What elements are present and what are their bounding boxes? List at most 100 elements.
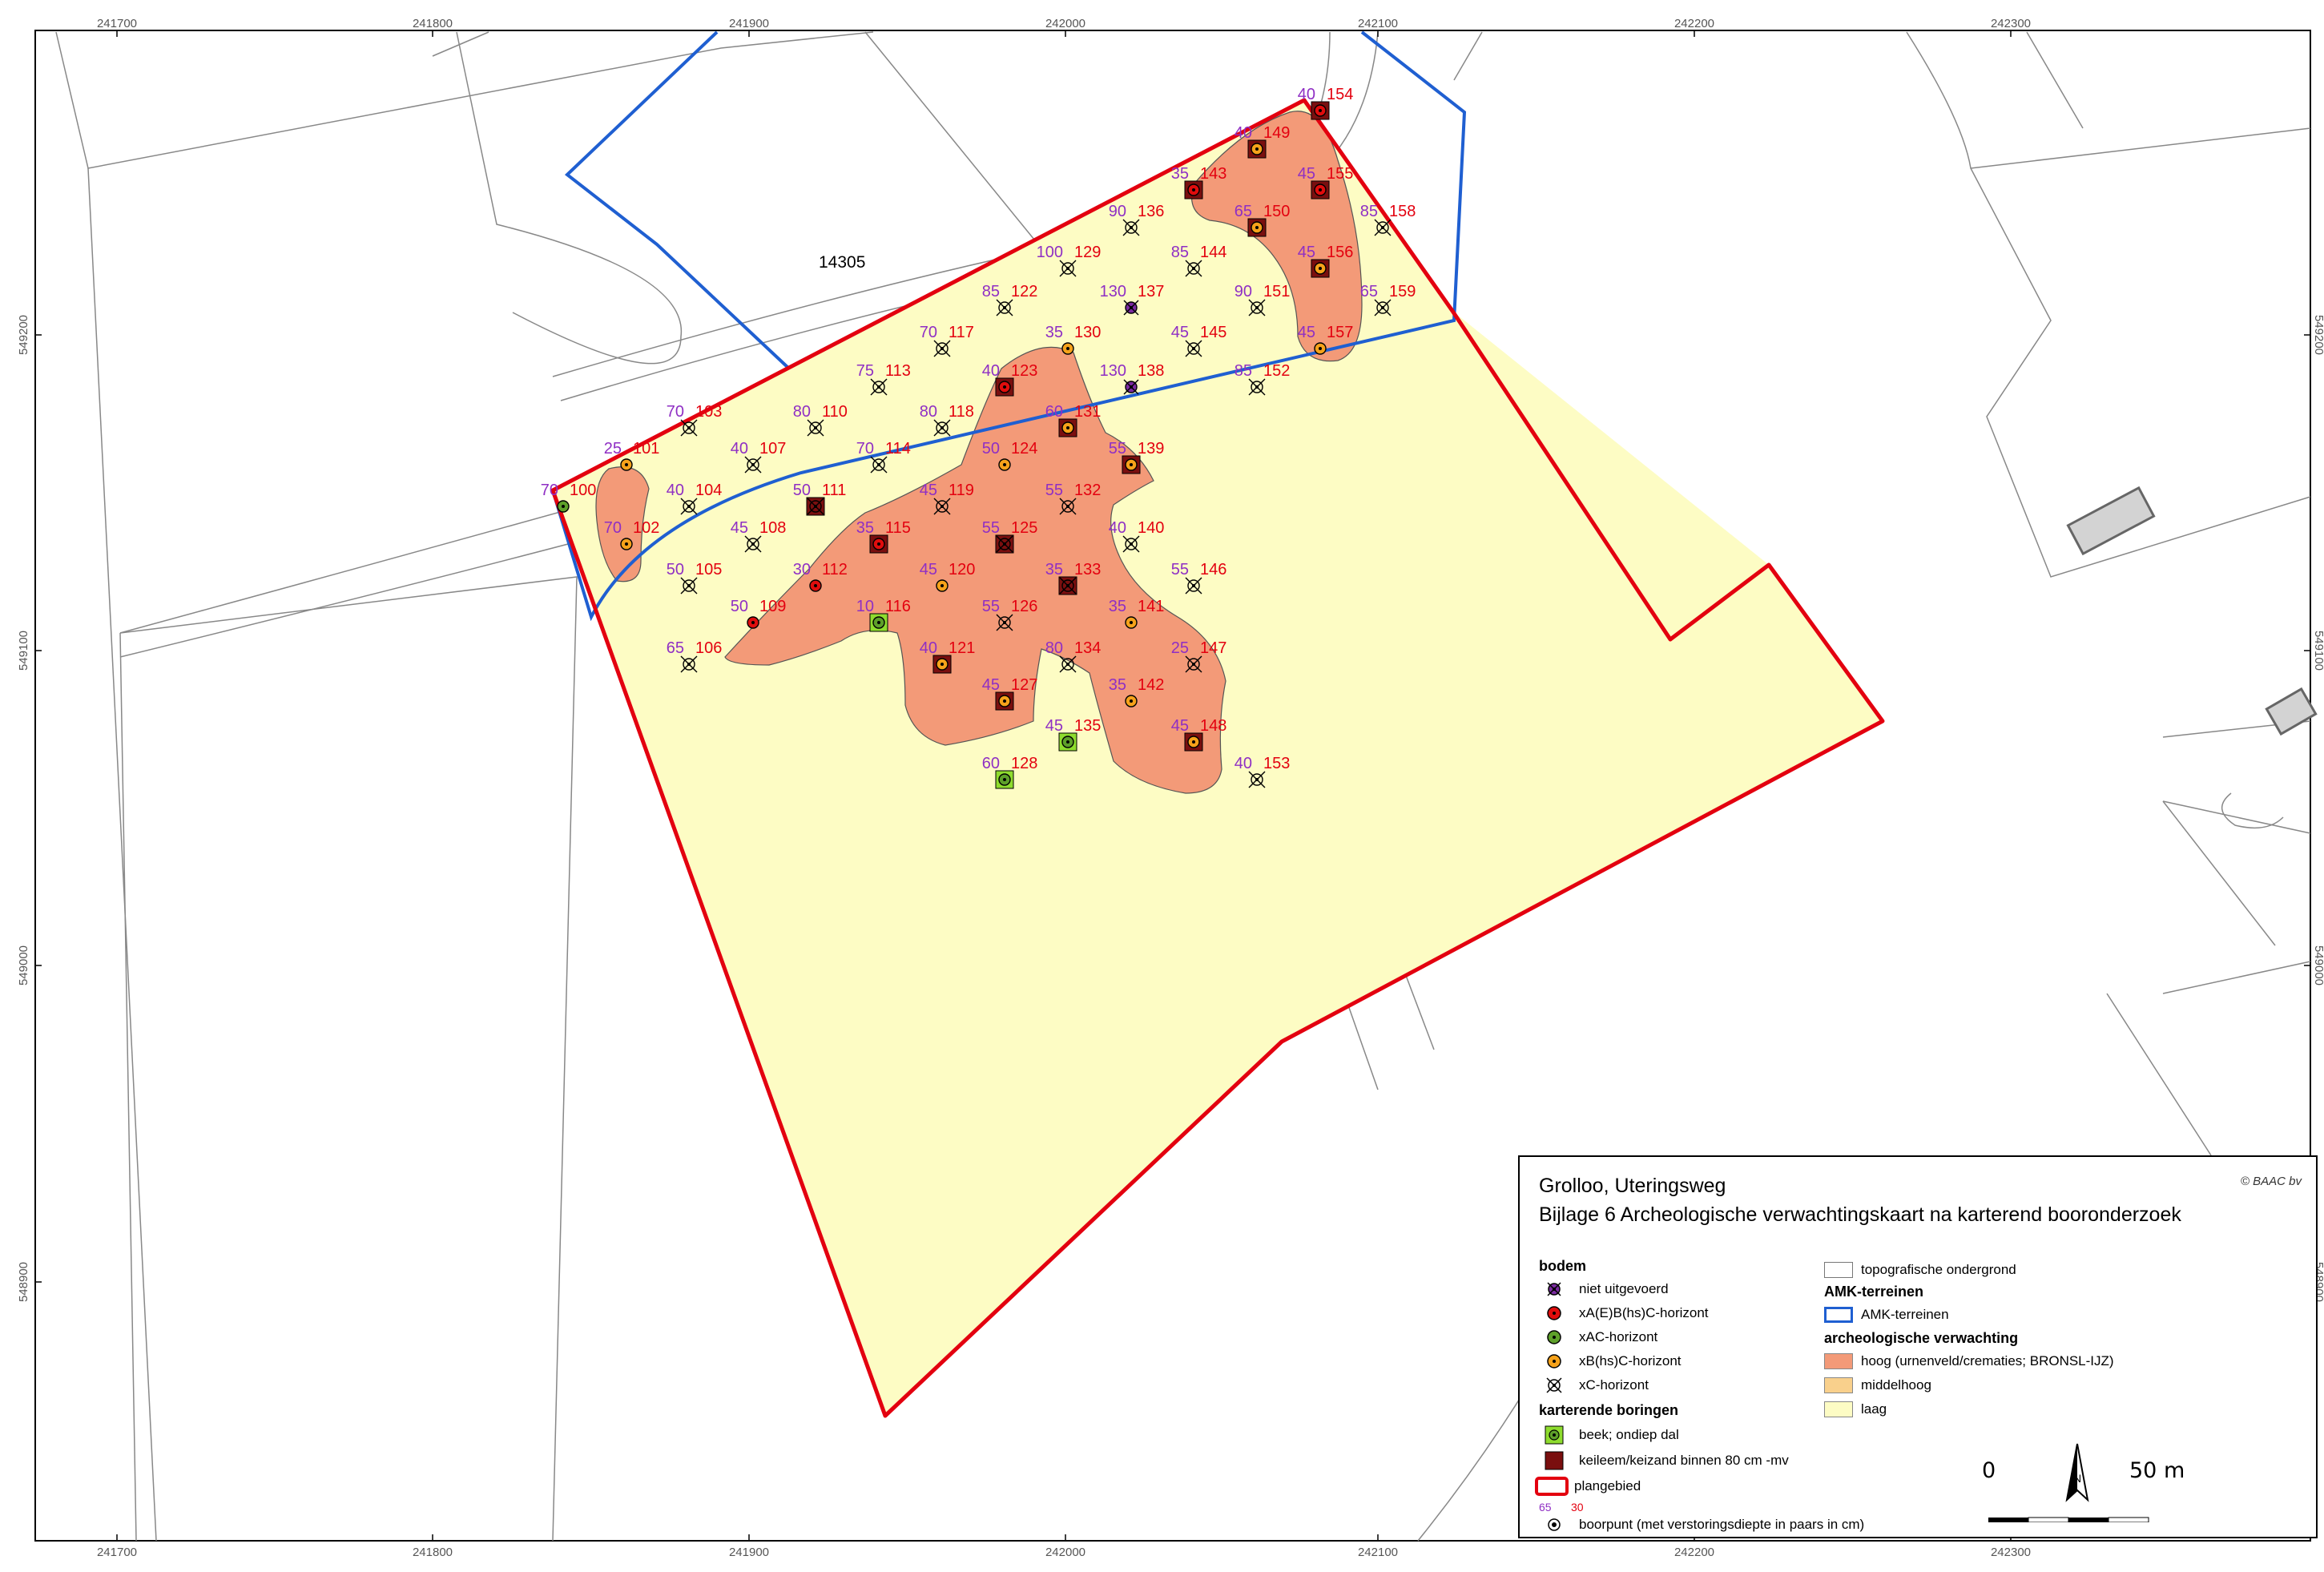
hoog-swatch [1824, 1353, 1853, 1369]
point-center [1255, 226, 1259, 229]
point-center [1192, 188, 1195, 191]
depth-label: 55 [1045, 482, 1063, 499]
legend-label: plangebied [1574, 1478, 1641, 1493]
point-number-label: 157 [1327, 324, 1353, 341]
x-tick-label-bottom: 241700 [97, 1546, 137, 1559]
depth-label: 40 [1298, 86, 1315, 103]
point-center [814, 426, 817, 429]
point-number-label: 138 [1138, 362, 1164, 380]
x-tick-label-top: 242000 [1045, 17, 1085, 30]
legend-label: xA(E)B(hs)C-horizont [1579, 1305, 1709, 1320]
depth-label: 45 [1298, 244, 1315, 261]
depth-label: 65 [1234, 203, 1252, 220]
legend-label: xB(hs)C-horizont [1579, 1353, 1682, 1368]
depth-label: 70 [604, 519, 622, 537]
copyright-label: © BAAC bv [2240, 1175, 2302, 1188]
point-center [1319, 109, 1322, 112]
depth-label: 65 [667, 639, 684, 657]
point-number-label: 109 [759, 598, 786, 615]
depth-label: 70 [920, 324, 937, 341]
point-center [625, 542, 628, 546]
depth-label: 45 [1171, 717, 1189, 735]
point-center [751, 621, 755, 624]
point-number-label: 148 [1200, 717, 1226, 735]
depth-label: 55 [982, 598, 1000, 615]
depth-label: 35 [1171, 165, 1189, 183]
point-number-label: 103 [695, 403, 722, 421]
point-center [1066, 426, 1069, 429]
depth-label: 45 [1298, 324, 1315, 341]
depth-label: 40 [1234, 755, 1252, 772]
depth-label: 85 [1234, 362, 1252, 380]
green-point-icon [1547, 1330, 1561, 1344]
depth-label: 30 [793, 561, 811, 578]
sample-depth: 65 [1539, 1501, 1552, 1514]
legend-label: xC-horizont [1579, 1377, 1649, 1393]
y-tick-label-left: 549200 [17, 315, 30, 355]
point-number-label: 143 [1200, 165, 1226, 183]
point-number-label: 111 [822, 482, 846, 499]
depth-label: 55 [982, 519, 1000, 537]
depth-label: 65 [1360, 283, 1378, 300]
point-number-label: 154 [1327, 86, 1353, 103]
point-center [940, 426, 944, 429]
depth-label: 35 [1045, 324, 1063, 341]
depth-label: 45 [920, 482, 937, 499]
depth-label: 45 [982, 676, 1000, 694]
north-arrow: N [2059, 1442, 2096, 1506]
depth-label: 60 [982, 755, 1000, 772]
depth-label: 35 [1109, 676, 1126, 694]
point-center [814, 505, 817, 508]
legend-karterend-heading: karterende boringen [1539, 1402, 1679, 1418]
point-number-label: 151 [1263, 283, 1290, 300]
point-number-label: 159 [1389, 283, 1416, 300]
point-center [877, 621, 880, 624]
depth-label: 80 [793, 403, 811, 421]
depth-label: 85 [1360, 203, 1378, 220]
point-center [1003, 542, 1006, 546]
keileem-square-icon [1545, 1451, 1564, 1470]
point-center [1381, 306, 1384, 309]
depth-label: 80 [920, 403, 937, 421]
depth-label: 70 [541, 482, 558, 499]
point-center [625, 463, 628, 466]
point-number-label: 142 [1138, 676, 1164, 694]
point-number-label: 129 [1074, 244, 1101, 261]
point-number-label: 158 [1389, 203, 1416, 220]
point-center [1130, 699, 1133, 703]
point-center [1192, 267, 1195, 270]
point-number-label: 130 [1074, 324, 1101, 341]
point-number-label: 146 [1200, 561, 1226, 578]
depth-label: 50 [667, 561, 684, 578]
x-tick-label-bottom: 242000 [1045, 1546, 1085, 1559]
point-center [1066, 663, 1069, 666]
x-tick-label-bottom: 242200 [1674, 1546, 1714, 1559]
depth-label: 50 [982, 440, 1000, 457]
point-center [877, 542, 880, 546]
legend-label: hoog (urnenveld/crematies; BRONSL-IJZ) [1861, 1353, 2114, 1368]
point-number-label: 132 [1074, 482, 1101, 499]
depth-label: 85 [982, 283, 1000, 300]
point-number-label: 116 [885, 598, 911, 615]
point-center [687, 505, 691, 508]
point-center [1066, 584, 1069, 587]
legend-label: middelhoog [1861, 1377, 1931, 1393]
depth-label: 40 [982, 362, 1000, 380]
y-tick-label-right: 549100 [2312, 631, 2324, 671]
point-center [687, 426, 691, 429]
depth-label: 25 [604, 440, 622, 457]
point-number-label: 112 [822, 561, 848, 578]
point-center [1003, 778, 1006, 781]
point-number-label: 136 [1138, 203, 1164, 220]
purple-point-icon [1547, 1282, 1561, 1296]
point-center [1130, 306, 1133, 309]
legend-label: niet uitgevoerd [1579, 1281, 1669, 1296]
point-number-label: 122 [1011, 283, 1037, 300]
depth-label: 55 [1109, 440, 1126, 457]
depth-label: 40 [667, 482, 684, 499]
point-center [1319, 267, 1322, 270]
red-point-icon [1547, 1306, 1561, 1320]
sample-number: 30 [1571, 1501, 1584, 1514]
point-center [1003, 621, 1006, 624]
point-center [1066, 267, 1069, 270]
